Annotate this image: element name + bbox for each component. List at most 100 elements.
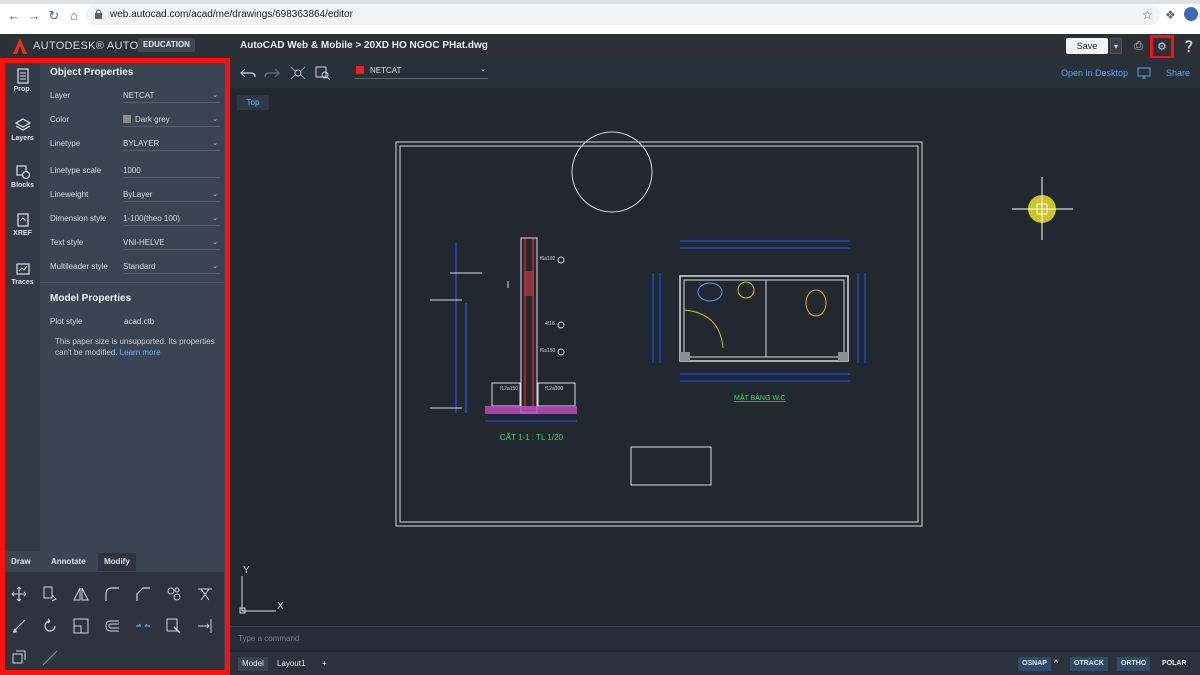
osnap-options-chevron-icon[interactable]: ^ — [1050, 657, 1062, 671]
prop-label: Plot style — [50, 317, 83, 326]
prop-label: Layer — [50, 91, 71, 100]
prop-value: 1-100(theo 100) — [123, 214, 180, 223]
tab-layout1[interactable]: Layout1 — [273, 657, 309, 671]
monitor-icon[interactable] — [1137, 67, 1151, 79]
zoom-extents-icon[interactable] — [290, 66, 306, 80]
prop-row-color[interactable]: Color Dark grey ⌄ — [50, 109, 220, 129]
tab-annotate[interactable]: Annotate — [45, 553, 92, 571]
chevron-down-icon: ⌄ — [212, 140, 218, 147]
autodesk-logo — [13, 38, 27, 54]
tab-model[interactable]: Model — [238, 657, 268, 671]
copy-icon[interactable] — [41, 585, 59, 603]
command-line[interactable] — [230, 626, 1200, 650]
prop-label: Linetype — [50, 139, 81, 148]
chevron-down-icon: ⌄ — [212, 263, 218, 270]
linetype-dropdown[interactable]: BYLAYER ⌄ — [123, 135, 220, 151]
cad-drawing[interactable]: f6a102 4f16 f6a150 f12a150 f12a100 CẮT 1… — [230, 88, 1200, 626]
breadcrumb[interactable]: AutoCAD Web & Mobile > 20XD HO NGOC PHat… — [240, 40, 488, 51]
prop-row-text-style[interactable]: Text style VNI-HELVE ⌄ — [50, 232, 220, 252]
scale-icon[interactable] — [72, 617, 90, 635]
save-dropdown-chevron-icon[interactable]: ▾ — [1110, 38, 1122, 54]
color-dropdown[interactable]: Dark grey ⌄ — [123, 111, 220, 127]
traces-icon — [15, 263, 30, 275]
prop-row-linetype-scale[interactable]: Linetype scale 1000 — [50, 160, 220, 180]
prop-row-plot-style: Plot style acad.ctb — [50, 311, 220, 331]
zoom-window-icon[interactable] — [315, 66, 331, 80]
share-link[interactable]: Share — [1166, 68, 1190, 78]
rail-item-xref[interactable]: XREF — [5, 212, 40, 237]
home-icon[interactable]: ⌂ — [66, 8, 82, 24]
rail-item-blocks[interactable]: Blocks — [5, 164, 40, 189]
properties-icon — [16, 68, 29, 84]
paper-size-note: This paper size is unsupported. Its prop… — [55, 336, 215, 358]
url-text[interactable]: web.autocad.com/acad/me/drawings/6983638… — [110, 9, 353, 20]
tab-modify[interactable]: Modify — [98, 553, 136, 571]
edition-badge: EDUCATION — [138, 38, 195, 52]
prop-row-layer[interactable]: Layer NETCAT ⌄ — [50, 85, 220, 105]
learn-more-link[interactable]: Learn more — [120, 348, 161, 357]
profile-avatar[interactable] — [1184, 7, 1198, 21]
explode-icon[interactable] — [10, 649, 28, 667]
reload-icon[interactable]: ↻ — [46, 8, 62, 24]
array-icon[interactable] — [165, 585, 183, 603]
offset-icon[interactable] — [103, 617, 121, 635]
osnap-toggle[interactable]: OSNAP — [1018, 657, 1051, 671]
dimension-style-dropdown[interactable]: 1-100(theo 100) ⌄ — [123, 210, 220, 226]
forward-icon[interactable]: → — [26, 8, 42, 24]
help-icon[interactable]: ❔ — [1182, 40, 1196, 53]
prop-row-lineweight[interactable]: Lineweight ByLayer ⌄ — [50, 184, 220, 204]
back-icon[interactable]: ← — [6, 8, 22, 24]
layer-color-swatch — [356, 66, 364, 74]
section-drawing: f6a102 4f16 f6a150 f12a150 f12a100 CẮT 1… — [430, 237, 577, 442]
otrack-toggle[interactable]: OTRACK — [1070, 657, 1108, 671]
print-icon[interactable]: ⎙ — [1134, 40, 1143, 53]
prop-row-multileader-style[interactable]: Multileader style Standard ⌄ — [50, 256, 220, 276]
extensions-icon[interactable]: ❖ — [1165, 8, 1176, 22]
chevron-down-icon: ⌄ — [480, 66, 486, 73]
axis-y-label: Y — [243, 565, 250, 576]
mirror-icon[interactable] — [72, 585, 90, 603]
prop-label: Dimension style — [50, 214, 107, 223]
polar-toggle[interactable]: POLAR — [1158, 657, 1191, 671]
command-input[interactable]: Type a command — [238, 634, 299, 643]
chevron-down-icon: ⌄ — [212, 116, 218, 123]
plan-title: MẶT BẰNG W.C — [734, 393, 786, 402]
tab-draw[interactable]: Draw — [5, 553, 37, 571]
linetype-scale-input[interactable]: 1000 — [123, 162, 220, 178]
prop-label: Text style — [50, 238, 84, 247]
multileader-style-dropdown[interactable]: Standard ⌄ — [123, 258, 220, 274]
axis-x-label: X — [277, 601, 284, 612]
prop-row-dimension-style[interactable]: Dimension style 1-100(theo 100) ⌄ — [50, 208, 220, 228]
match-properties-icon[interactable] — [165, 617, 183, 635]
gear-icon[interactable]: ⚙ — [1157, 40, 1167, 53]
rotate-icon[interactable] — [41, 617, 59, 635]
move-icon[interactable] — [10, 585, 28, 603]
prop-value: BYLAYER — [123, 139, 160, 148]
paper-border-outer — [395, 141, 923, 527]
trim-icon[interactable] — [196, 585, 214, 603]
add-layout-button[interactable]: + — [318, 657, 331, 671]
break-icon[interactable] — [41, 649, 59, 667]
rail-item-traces[interactable]: Traces — [5, 261, 40, 286]
undo-icon[interactable] — [240, 66, 256, 80]
redo-icon[interactable] — [264, 66, 280, 80]
join-icon[interactable] — [134, 617, 152, 635]
chamfer-icon[interactable] — [134, 585, 152, 603]
paper-border-inner — [399, 145, 919, 523]
layer-selector[interactable]: NETCAT ⌄ — [354, 63, 488, 79]
fillet-icon[interactable] — [103, 585, 121, 603]
prop-row-linetype[interactable]: Linetype BYLAYER ⌄ — [50, 133, 220, 153]
extend-icon[interactable] — [196, 617, 214, 635]
erase-icon[interactable] — [10, 617, 28, 635]
rail-item-layers[interactable]: Layers — [5, 117, 40, 142]
layer-dropdown[interactable]: NETCAT ⌄ — [123, 87, 220, 103]
rail-item-prop[interactable]: Prop. — [5, 68, 40, 93]
lineweight-dropdown[interactable]: ByLayer ⌄ — [123, 186, 220, 202]
save-button[interactable]: Save — [1066, 38, 1108, 54]
chevron-down-icon: ⌄ — [212, 191, 218, 198]
text-style-dropdown[interactable]: VNI-HELVE ⌄ — [123, 234, 220, 250]
ortho-toggle[interactable]: ORTHO — [1117, 657, 1151, 671]
open-in-desktop-link[interactable]: Open in Desktop — [1061, 68, 1128, 78]
prop-label: Lineweight — [50, 190, 89, 199]
star-icon[interactable]: ☆ — [1142, 8, 1153, 22]
